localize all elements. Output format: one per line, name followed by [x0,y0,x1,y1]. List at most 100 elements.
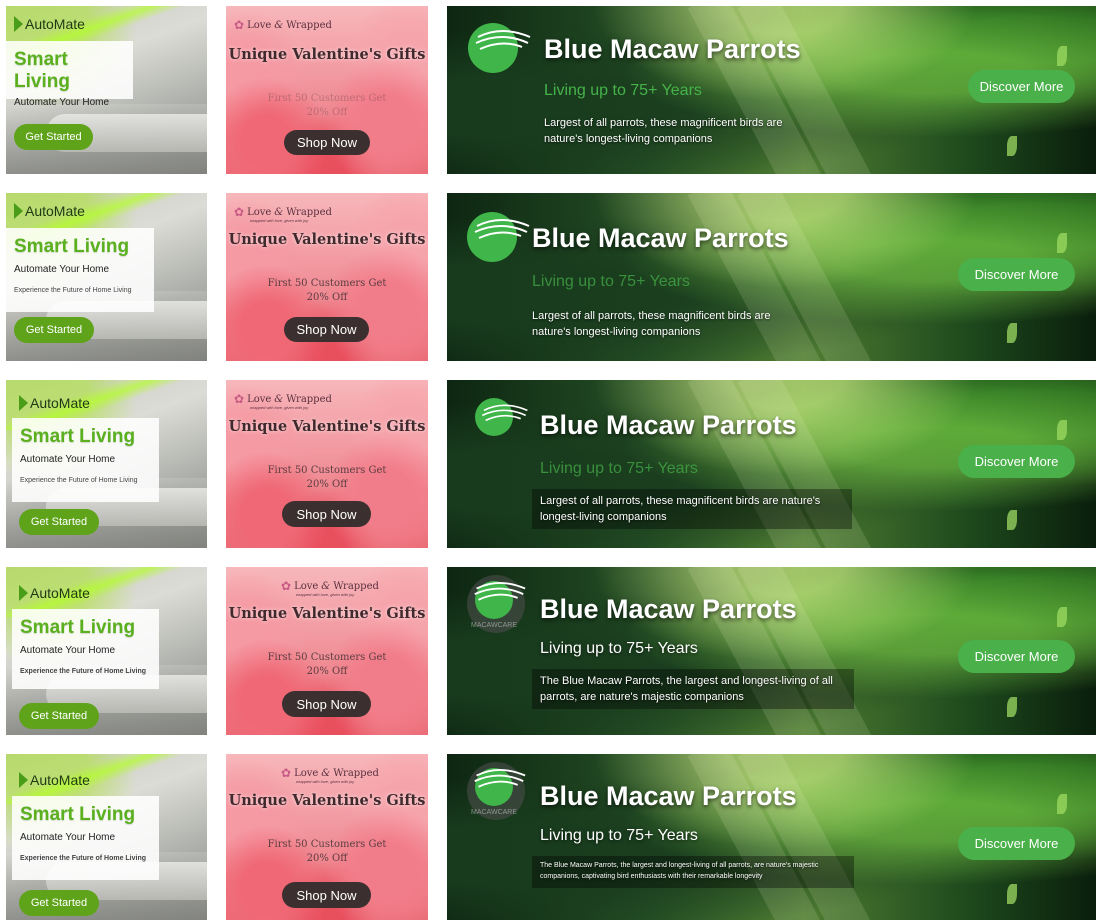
discover-more-button[interactable]: Discover More [958,640,1075,673]
automate-text-card: Smart Living Automate Your Home Experien… [12,418,159,502]
leaf-shape [1007,697,1017,717]
valentine-logo-amp: & [321,580,331,592]
macaw-logo [475,398,528,436]
macaw-subtitle: Living up to 75+ Years [540,827,698,844]
shop-now-button[interactable]: Shop Now [284,130,370,155]
valentine-title: Unique Valentine's Gifts [228,418,426,435]
get-started-button[interactable]: Get Started [14,317,94,343]
shop-now-button[interactable]: Shop Now [284,317,369,342]
shop-now-button[interactable]: Shop Now [282,501,371,527]
valentine-logo-tagline: wrapped with love, given with joy [296,779,355,784]
automate-logo: AutoMate [19,585,90,601]
automate-banner: AutoMate Smart Living Automate Your Home… [6,193,207,361]
automate-title: Smart Living [14,236,130,257]
valentine-banner: ✿ Love & Wrapped Unique Valentine's Gift… [226,6,428,174]
macaw-description: Largest of all parrots, these magnificen… [544,117,783,145]
macaw-subtitle: Living up to 75+ Years [532,273,690,290]
valentine-logo-tagline: wrapped with love, given with joy [250,405,309,410]
automate-brand: AutoMate [30,395,90,411]
macaw-title: Blue Macaw Parrots [540,410,797,440]
automate-text-card: Smart Living Automate Your Home Experien… [12,609,159,689]
automate-subtitle: Automate Your Home [20,645,116,656]
shop-now-button[interactable]: Shop Now [282,691,371,717]
valentine-logo-right: Wrapped [286,19,332,31]
chevron-right-icon [19,585,28,601]
macaw-subtitle: Living up to 75+ Years [544,82,702,99]
automate-subtitle: Automate Your Home [14,264,110,275]
valentine-title: Unique Valentine's Gifts [228,605,426,622]
valentine-logo: ✿ Love & Wrapped [234,205,332,219]
heart-icon: ✿ [281,766,292,780]
get-started-button[interactable]: Get Started [19,703,99,729]
chevron-right-icon [14,16,23,32]
shop-now-button[interactable]: Shop Now [282,882,371,908]
parrot-wing-icon [475,30,531,50]
valentine-logo-amp: & [274,393,284,405]
automate-title: Smart Living [14,49,70,92]
valentine-offer: First 50 Customers Get 20% Off [267,652,387,677]
valentine-offer: First 50 Customers Get 20% Off [267,93,387,118]
parrot-wing-icon [481,404,528,422]
automate-banner: AutoMate Smart Living Automate Your Home… [6,380,207,548]
discover-more-button[interactable]: Discover More [958,827,1075,860]
get-started-button[interactable]: Get Started [19,890,99,916]
automate-logo: AutoMate [19,395,90,411]
automate-logo: AutoMate [19,772,90,788]
parrot-wing-icon [474,582,526,601]
valentine-title: Unique Valentine's Gifts [228,792,426,809]
heart-icon: ✿ [281,579,292,593]
automate-tagline: Experience the Future of Home Living [20,477,138,484]
parrot-wing-icon [474,769,526,788]
valentine-logo-amp: & [274,19,284,31]
leaf-shape [1057,794,1067,814]
macaw-description: Largest of all parrots, these magnificen… [532,310,771,338]
automate-tagline: Experience the Future of Home Living [14,287,132,294]
automate-brand: AutoMate [30,772,90,788]
heart-icon: ✿ [234,205,245,219]
automate-subtitle: Automate Your Home [20,454,116,465]
valentine-offer: First 50 Customers Get 20% Off [267,839,387,864]
macaw-title: Blue Macaw Parrots [532,223,789,253]
valentine-logo-amp: & [274,206,284,218]
valentine-banner: ✿ Love & Wrapped wrapped with love, give… [226,754,428,920]
discover-more-button[interactable]: Discover More [968,70,1075,103]
leaf-shape [1007,136,1017,156]
leaf-shape [1007,323,1017,343]
heart-icon: ✿ [234,18,245,32]
banner-variants-grid: AutoMate Smart Living Automate Your Home… [0,0,1096,920]
get-started-button[interactable]: Get Started [14,124,93,150]
valentine-logo-left: Love [294,767,319,779]
macaw-description: The Blue Macaw Parrots, the largest and … [532,669,854,709]
leaf-shape [1057,233,1067,253]
macaw-banner: MACAWCARE Blue Macaw Parrots Living up t… [447,567,1096,735]
macaw-banner: Blue Macaw Parrots Living up to 75+ Year… [447,380,1096,548]
macaw-banner: MACAWCARE Blue Macaw Parrots Living up t… [447,754,1096,920]
automate-subtitle: Automate Your Home [14,97,110,108]
valentine-logo-tagline: wrapped with love, given with joy [250,218,309,223]
macaw-subtitle: Living up to 75+ Years [540,640,698,657]
automate-text-card: Smart Living Automate Your Home Experien… [12,796,159,880]
valentine-logo-right: Wrapped [286,206,332,218]
automate-tagline: Experience the Future of Home Living [20,855,147,862]
valentine-logo-right: Wrapped [286,393,332,405]
automate-subtitle: Automate Your Home [20,832,116,843]
leaf-shape [1057,607,1067,627]
automate-brand: AutoMate [30,585,90,601]
get-started-button[interactable]: Get Started [19,509,99,535]
macaw-banner: Blue Macaw Parrots Living up to 75+ Year… [447,6,1096,174]
discover-more-button[interactable]: Discover More [958,258,1075,291]
macaw-title: Blue Macaw Parrots [540,781,797,811]
automate-logo: AutoMate [14,203,85,219]
valentine-logo: ✿ Love & Wrapped [234,18,332,32]
macaw-watermark: MACAWCARE [471,622,518,629]
chevron-right-icon [19,772,28,788]
leaf-shape [1007,884,1017,904]
automate-banner: AutoMate Smart Living Automate Your Home… [6,6,207,174]
automate-banner: AutoMate Smart Living Automate Your Home… [6,754,207,920]
valentine-logo-left: Love [247,19,272,31]
automate-text-card: Smart Living Automate Your Home [6,41,133,108]
leaf-shape [1057,420,1067,440]
macaw-banner: Blue Macaw Parrots Living up to 75+ Year… [447,193,1096,361]
macaw-title: Blue Macaw Parrots [544,34,801,64]
discover-more-button[interactable]: Discover More [958,445,1075,478]
